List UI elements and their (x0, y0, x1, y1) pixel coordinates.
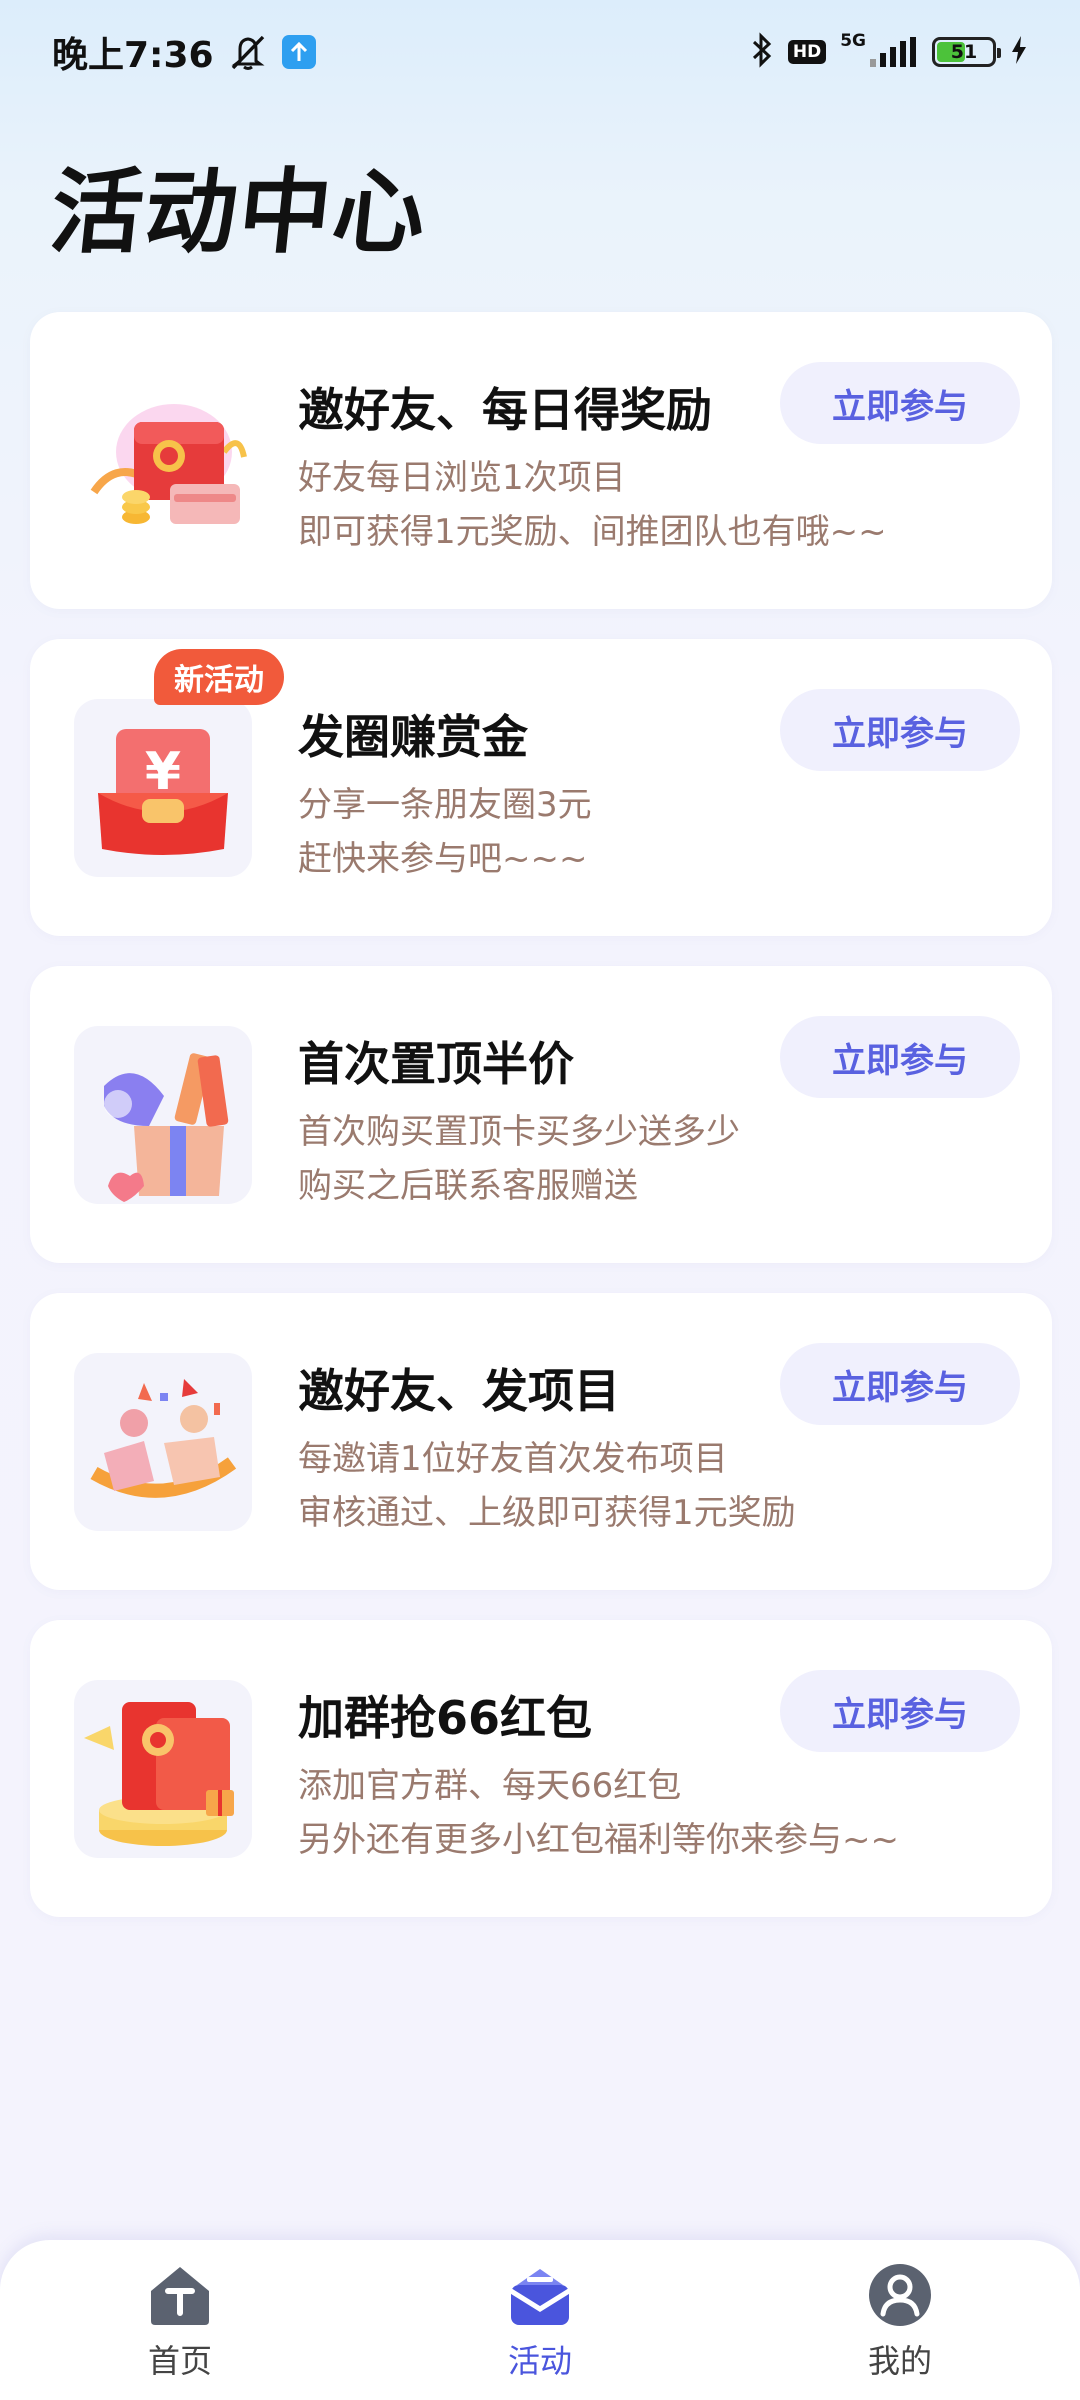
card-description: 首次购买置顶卡买多少送多少 (298, 1112, 740, 1152)
nav-label: 活动 (507, 2342, 572, 2380)
nav-item-mine[interactable]: 我的 (800, 2260, 1000, 2382)
mute-icon (228, 33, 268, 71)
card-description: 添加官方群、每天66红包 (298, 1766, 682, 1806)
red-envelope-podium-icon (74, 1680, 252, 1858)
activity-card-group-red-packet[interactable]: 加群抢66红包 添加官方群、每天66红包 另外还有更多小红包福利等你来参与~~ … (30, 1620, 1052, 1917)
status-left: 晚上7:36 (52, 26, 316, 78)
activity-card-invite-daily[interactable]: 邀好友、每日得奖励 好友每日浏览1次项目 即可获得1元奖励、间推团队也有哦~~ … (30, 312, 1052, 609)
signal-group: 5G (840, 31, 918, 67)
new-activity-badge: 新活动 (154, 649, 284, 705)
friends-cheering-icon (74, 1353, 252, 1531)
network-type: 5G (840, 31, 866, 51)
join-button[interactable]: 立即参与 (780, 1016, 1020, 1098)
yuan-red-envelope-icon: ¥ (74, 699, 252, 877)
card-description: 审核通过、上级即可获得1元奖励 (298, 1493, 796, 1533)
card-title: 发圈赚赏金 (298, 710, 528, 764)
nav-label: 我的 (867, 2342, 932, 2380)
card-description: 购买之后联系客服赠送 (298, 1166, 638, 1206)
activity-list: 邀好友、每日得奖励 好友每日浏览1次项目 即可获得1元奖励、间推团队也有哦~~ … (30, 312, 1052, 1917)
nav-item-home[interactable]: 首页 (80, 2260, 280, 2382)
signal-icon (870, 37, 916, 67)
activity-card-top-half-price[interactable]: 首次置顶半价 首次购买置顶卡买多少送多少 购买之后联系客服赠送 立即参与 (30, 966, 1052, 1263)
card-description: 好友每日浏览1次项目 (298, 458, 626, 498)
hd-badge: HD (787, 40, 827, 64)
bottom-nav: 首页 活动 我的 (0, 2240, 1080, 2400)
activity-card-moments-reward[interactable]: ¥ 新活动 发圈赚赏金 分享一条朋友圈3元 赶快来参与吧~~~ 立即参与 (30, 639, 1052, 936)
gift-box-tickets-icon (74, 1026, 252, 1204)
card-description: 赶快来参与吧~~~ (298, 839, 588, 879)
battery-level: 51 (950, 41, 978, 63)
join-button[interactable]: 立即参与 (780, 362, 1020, 444)
card-title: 首次置顶半价 (298, 1037, 574, 1091)
page-title: 活动中心 (45, 159, 433, 266)
nav-item-activity[interactable]: 活动 (440, 2260, 640, 2382)
nav-label: 首页 (147, 2342, 212, 2380)
join-button[interactable]: 立即参与 (780, 1670, 1020, 1752)
home-icon (145, 2260, 215, 2330)
join-button[interactable]: 立即参与 (780, 1343, 1020, 1425)
battery-icon: 51 (932, 37, 1001, 67)
red-envelope-gift-icon (74, 372, 252, 550)
join-button[interactable]: 立即参与 (780, 689, 1020, 771)
card-description: 另外还有更多小红包福利等你来参与~~ (298, 1820, 899, 1860)
card-title: 加群抢66红包 (298, 1691, 593, 1745)
card-title: 邀好友、每日得奖励 (298, 383, 712, 437)
status-time: 晚上7:36 (52, 35, 214, 76)
status-bar: 晚上7:36 HD 5G 51 (0, 0, 1080, 104)
charging-icon (1010, 35, 1028, 69)
card-description: 每邀请1位好友首次发布项目 (298, 1439, 728, 1479)
status-right: HD 5G 51 (750, 31, 1028, 72)
card-title: 邀好友、发项目 (298, 1364, 620, 1418)
card-description: 分享一条朋友圈3元 (298, 785, 592, 825)
bluetooth-icon (750, 32, 774, 72)
profile-icon (865, 2260, 935, 2330)
activity-icon (505, 2260, 575, 2330)
upload-icon (281, 35, 316, 69)
card-description: 即可获得1元奖励、间推团队也有哦~~ (298, 512, 887, 552)
activity-card-invite-project[interactable]: 邀好友、发项目 每邀请1位好友首次发布项目 审核通过、上级即可获得1元奖励 立即… (30, 1293, 1052, 1590)
